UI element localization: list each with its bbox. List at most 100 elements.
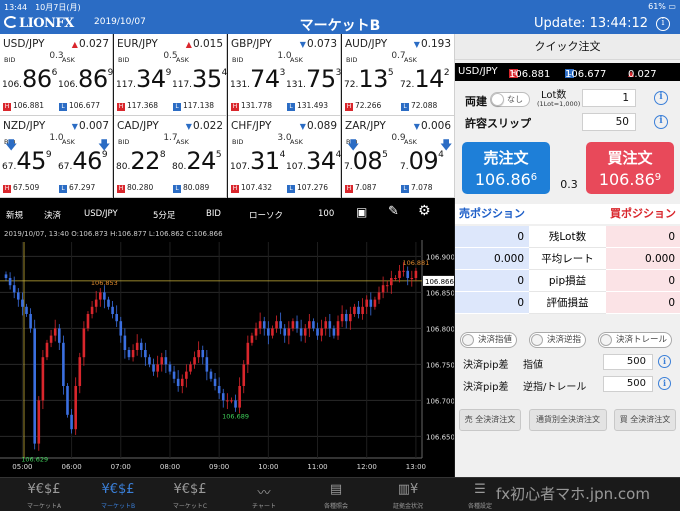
bid-label: BID bbox=[4, 56, 16, 64]
pen-icon[interactable]: ✎ bbox=[388, 204, 399, 219]
rate-tile-gbp-jpy[interactable]: GBP/JPY ▼0.073 1.0 BID ASK 131.743 131.753 H 131… bbox=[228, 34, 341, 116]
candle-body bbox=[168, 364, 172, 372]
rate-tile-nzd-jpy[interactable]: NZD/JPY ▼0.007 1.0 BID ASK 67.459 67.469 H 67.50… bbox=[0, 116, 113, 198]
rate-tile-eur-jpy[interactable]: EUR/JPY ▲0.015 0.5 BID ASK 117.349 117.354 H 117… bbox=[114, 34, 227, 116]
tile-ask-price[interactable]: 107.344 bbox=[286, 147, 341, 175]
layout-icon[interactable]: ▣ bbox=[356, 205, 367, 219]
tile-ask-price[interactable]: 7.094 bbox=[400, 147, 444, 175]
chart-toolbar: 新規 決済 USD/JPY 5分足 BID ローソク 100 ▣ ✎ ⚙ bbox=[0, 198, 454, 228]
quick-order-title: クイック注文 bbox=[455, 34, 680, 60]
tile-change: ▼0.007 bbox=[71, 120, 109, 132]
tile-bid-price[interactable]: 117.349 bbox=[116, 65, 171, 93]
tile-bid-price[interactable]: 107.314 bbox=[230, 147, 285, 175]
new-order-tab[interactable]: 新規 bbox=[6, 209, 23, 221]
change-triangle-icon: ▼ bbox=[299, 122, 306, 131]
candle-body bbox=[258, 321, 262, 329]
candle-body bbox=[4, 274, 8, 278]
nav-item-4[interactable]: 〰チャート bbox=[224, 478, 304, 511]
nav-item-5[interactable]: ▤ 各種照会 bbox=[296, 478, 376, 511]
chart-count-select[interactable]: 100 bbox=[318, 209, 334, 219]
pip-stop-input[interactable]: 500 bbox=[603, 376, 653, 392]
settle-limit-chip[interactable]: 決済指値 bbox=[460, 332, 518, 348]
tile-bid-price[interactable]: 80.228 bbox=[116, 147, 166, 175]
nav-item-3[interactable]: ¥€$£ マーケットC bbox=[150, 478, 230, 511]
settle-trail-chip[interactable]: 決済トレール bbox=[598, 332, 673, 348]
nav-icon: ¥€$£ bbox=[173, 482, 207, 497]
tile-change: ▲0.027 bbox=[71, 38, 109, 50]
candle-body bbox=[193, 357, 196, 365]
sell-position-header: 売ポジション bbox=[455, 204, 535, 224]
candle-body bbox=[373, 299, 377, 307]
candle-body bbox=[402, 270, 405, 272]
low-badge: L bbox=[287, 103, 295, 111]
position-row: 0 評価損益 0 bbox=[455, 292, 680, 314]
tile-bid-price[interactable]: 72.135 bbox=[344, 65, 394, 93]
tile-ask-price[interactable]: 80.245 bbox=[172, 147, 222, 175]
price-chart[interactable]: 106.900 106.850 106.800 106.750 106.700 106.6… bbox=[0, 240, 454, 477]
price-annotation: 106.629 bbox=[21, 456, 48, 464]
sell-all-settle-button[interactable]: 売 全決済注文 bbox=[459, 409, 521, 431]
rate-tile-aud-jpy[interactable]: AUD/JPY ▼0.193 0.7 BID ASK 72.135 72.142 H 72.26… bbox=[342, 34, 455, 116]
pip-stop-info-icon[interactable]: i bbox=[658, 377, 671, 390]
tile-ask-price[interactable]: 72.142 bbox=[400, 65, 450, 93]
pip-stop-label: 決済pip差 bbox=[463, 382, 509, 393]
hedge-toggle[interactable]: なし bbox=[490, 92, 530, 107]
tile-ask-price[interactable]: 117.354 bbox=[172, 65, 227, 93]
candle-body bbox=[49, 335, 53, 343]
pip-limit-info-icon[interactable]: i bbox=[658, 355, 671, 368]
sell-order-button[interactable]: 売注文 106.866 bbox=[462, 142, 550, 194]
candle-body bbox=[123, 335, 127, 350]
pip-limit-input[interactable]: 500 bbox=[603, 354, 653, 370]
nav-item-1[interactable]: ¥€$£ マーケットA bbox=[4, 478, 84, 511]
app-header: LIONFX 2019/10/07 マーケットB Update: 13:44:1… bbox=[0, 14, 680, 34]
nav-icon: ▥¥ bbox=[397, 482, 419, 497]
candle-body bbox=[398, 270, 401, 278]
lot-info-icon[interactable]: i bbox=[654, 91, 668, 105]
tile-bid-price[interactable]: 131.743 bbox=[230, 65, 285, 93]
slippage-input[interactable]: 50 bbox=[582, 113, 636, 131]
change-triangle-icon: ▼ bbox=[71, 122, 78, 131]
buy-all-settle-button[interactable]: 買 全決済注文 bbox=[614, 409, 676, 431]
settle-stop-chip[interactable]: 決済逆指 bbox=[529, 332, 587, 348]
chart-side-select[interactable]: BID bbox=[206, 209, 221, 219]
down-arrow-icon: 🡇 bbox=[347, 138, 360, 152]
high-badge: H bbox=[231, 103, 239, 111]
tile-ask-price[interactable]: 131.753 bbox=[286, 65, 341, 93]
position-row-label: 平均レート bbox=[529, 248, 606, 270]
tile-high: H 117.368 bbox=[117, 101, 159, 111]
candle-body bbox=[336, 321, 340, 336]
currency-all-settle-button[interactable]: 通貨別全決済注文 bbox=[529, 409, 607, 431]
gear-icon[interactable]: ⚙ bbox=[418, 203, 431, 219]
high-badge: H bbox=[3, 185, 11, 193]
rate-tile-zar-jpy[interactable]: ZAR/JPY ▼0.006 0.9 BID ASK 7.085 7.094 H 7.087 L 7… bbox=[342, 116, 455, 198]
candle-body bbox=[267, 328, 270, 336]
chart-type-select[interactable]: ローソク bbox=[249, 209, 283, 221]
chart-pair-select[interactable]: USD/JPY bbox=[84, 209, 118, 219]
tile-change: ▼0.022 bbox=[185, 120, 223, 132]
low-badge: L bbox=[287, 185, 295, 193]
nav-item-6[interactable]: ▥¥ 証拠金状況 bbox=[368, 478, 448, 511]
tile-high: H 7.087 bbox=[345, 183, 377, 193]
buy-order-button[interactable]: 買注文 106.869 bbox=[586, 142, 674, 194]
tile-bid-price[interactable]: 106.866 bbox=[2, 65, 57, 93]
tile-ask-price[interactable]: 106.869 bbox=[58, 65, 113, 93]
info-icon[interactable]: i bbox=[656, 17, 670, 31]
rate-tile-usd-jpy[interactable]: USD/JPY ▲0.027 0.3 BID ASK 106.866 106.869 H 106… bbox=[0, 34, 113, 116]
position-row: 0 残Lot数 0 bbox=[455, 226, 680, 248]
candle-body bbox=[303, 328, 307, 336]
tile-spread: 0.5 bbox=[163, 51, 178, 61]
candle-body bbox=[275, 321, 278, 329]
ask-label: ASK bbox=[290, 138, 303, 146]
candle-body bbox=[308, 321, 311, 329]
rate-tile-chf-jpy[interactable]: CHF/JPY ▼0.089 3.0 BID ASK 107.314 107.344 H 107… bbox=[228, 116, 341, 198]
nav-item-2[interactable]: ¥€$£ マーケットB bbox=[78, 478, 158, 511]
rate-tile-cad-jpy[interactable]: CAD/JPY ▼0.022 1.7 BID ASK 80.228 80.245 H 80.28… bbox=[114, 116, 227, 198]
slippage-info-icon[interactable]: i bbox=[654, 115, 668, 129]
settle-tab[interactable]: 決済 bbox=[44, 209, 61, 221]
y-tick-label: 106.850 bbox=[426, 289, 454, 297]
candle-body bbox=[291, 321, 295, 329]
tile-pair: NZD/JPY bbox=[3, 120, 46, 132]
lot-input[interactable]: 1 bbox=[582, 89, 636, 107]
high-badge: H bbox=[345, 185, 353, 193]
chart-period-select[interactable]: 5分足 bbox=[153, 209, 175, 221]
